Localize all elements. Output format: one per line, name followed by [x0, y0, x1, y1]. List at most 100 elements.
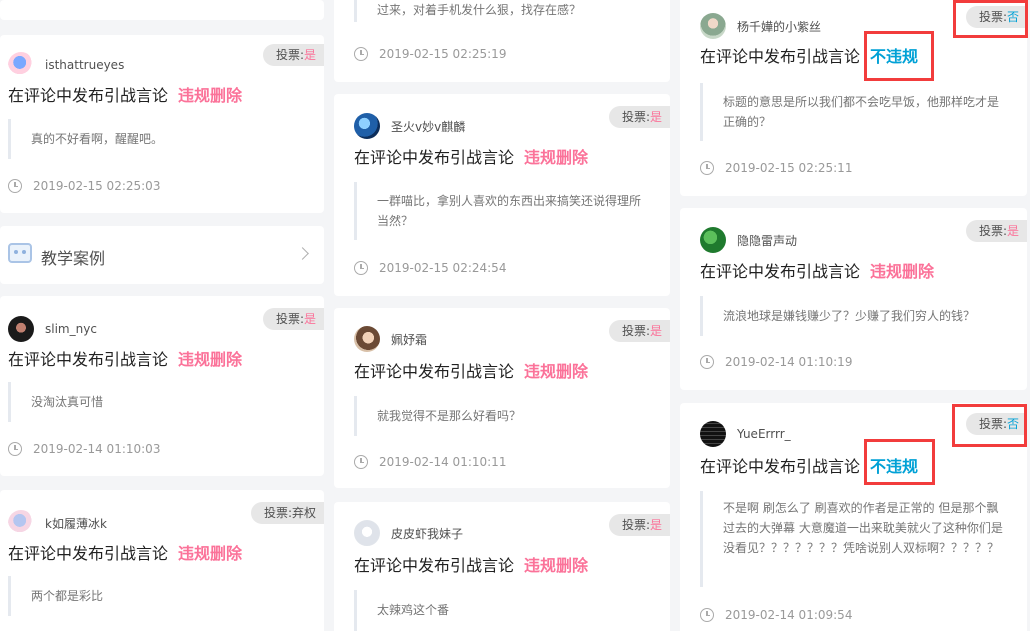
comment-quote: 不是啊 刷怎么了 刷喜欢的作者是正常的 但是那个飘过去的大弹幕 大意魔道一出来耽… — [700, 491, 1012, 587]
vote-label: 投票: — [621, 110, 650, 124]
reason-text: 在评论中发布引战言论 — [700, 457, 861, 476]
teaching-case-menu[interactable]: 教学案例 — [0, 226, 324, 284]
avatar[interactable] — [700, 13, 726, 39]
timestamp-text: 2019-02-15 02:25:03 — [33, 179, 161, 193]
reason-row: 在评论中发布引战言论 违规删除 — [700, 258, 934, 282]
timestamp-text: 2019-02-15 02:25:19 — [379, 47, 507, 61]
clock-icon — [700, 608, 714, 622]
user-info[interactable]: k如履薄冰k — [8, 510, 107, 536]
verdict-label: 违规删除 — [178, 86, 243, 105]
username[interactable]: YueErrrr_ — [737, 427, 791, 441]
verdict-label: 违规删除 — [870, 262, 935, 281]
vote-label: 投票: — [621, 324, 650, 338]
vote-label: 投票: — [263, 506, 292, 520]
timestamp-text: 2019-02-14 01:10:11 — [379, 455, 507, 469]
vote-badge: 投票:是 — [608, 106, 670, 128]
verdict-label: 违规删除 — [524, 362, 589, 381]
username[interactable]: 杨千嬅的小紫丝 — [737, 18, 821, 35]
card-top-partial-1 — [0, 0, 324, 20]
user-info[interactable]: 圣火v妙v麒麟 — [354, 113, 465, 139]
timestamp-text: 2019-02-15 02:25:11 — [725, 161, 853, 175]
timestamp: 2019-02-15 02:24:54 — [354, 261, 506, 275]
avatar[interactable] — [8, 52, 34, 78]
vote-label: 投票: — [275, 48, 304, 62]
reason-row: 在评论中发布引战言论 违规删除 — [354, 144, 588, 168]
reason-text: 在评论中发布引战言论 — [700, 47, 861, 66]
username[interactable]: k如履薄冰k — [45, 515, 107, 532]
verdict-label: 违规删除 — [524, 556, 589, 575]
comment-quote: 两个都是彩比 — [8, 576, 298, 616]
avatar[interactable] — [8, 316, 34, 342]
vote-label: 投票: — [621, 518, 650, 532]
avatar[interactable] — [700, 421, 726, 447]
reason-text: 在评论中发布引战言论 — [8, 350, 169, 369]
judgement-card: 投票:弃权 k如履薄冰k 在评论中发布引战言论 违规删除 两个都是彩比 — [0, 490, 324, 631]
user-info[interactable]: slim_nyc — [8, 316, 97, 342]
vote-badge: 投票:是 — [262, 44, 324, 66]
reason-text: 在评论中发布引战言论 — [354, 362, 515, 381]
vote-value: 是 — [303, 312, 316, 326]
judgement-card: 投票:否 杨千嬅的小紫丝 在评论中发布引战言论 不违规 标题的意思是所以我们都不… — [680, 0, 1027, 196]
avatar[interactable] — [354, 326, 380, 352]
username[interactable]: slim_nyc — [45, 322, 97, 336]
judgement-card: 投票:是 isthattrueyes 在评论中发布引战言论 违规删除 真的不好看… — [0, 35, 324, 213]
clock-icon — [8, 179, 22, 193]
vote-label: 投票: — [275, 312, 304, 326]
vote-value: 是 — [1006, 224, 1019, 238]
avatar[interactable] — [354, 113, 380, 139]
vote-badge: 投票:否 — [965, 6, 1027, 28]
tv-icon — [8, 243, 32, 263]
vote-badge: 投票:是 — [608, 514, 670, 536]
timestamp: 2019-02-15 02:25:03 — [8, 179, 160, 193]
user-info[interactable]: 隐隐雷声动 — [700, 227, 797, 253]
vote-value: 否 — [1006, 10, 1019, 24]
user-info[interactable]: 姵妤霜 — [354, 326, 427, 352]
avatar[interactable] — [8, 510, 34, 536]
vote-badge: 投票:是 — [965, 220, 1027, 242]
user-info[interactable]: 皮皮虾我妹子 — [354, 520, 463, 546]
judgement-card: 投票:是 姵妤霜 在评论中发布引战言论 违规删除 就我觉得不是那么好看吗？ 20… — [334, 308, 670, 488]
comment-quote: 就我觉得不是那么好看吗？ — [354, 396, 650, 436]
user-info[interactable]: YueErrrr_ — [700, 421, 791, 447]
verdict-label: 违规删除 — [178, 350, 243, 369]
vote-value: 是 — [649, 518, 662, 532]
comment-quote: 一群喵比，拿别人喜欢的东西出来搞笑还说得理所当然？ — [354, 182, 650, 240]
user-info[interactable]: 杨千嬅的小紫丝 — [700, 13, 821, 39]
chevron-right-icon — [296, 247, 309, 260]
vote-badge: 投票:否 — [965, 413, 1027, 435]
reason-row: 在评论中发布引战言论 违规删除 — [8, 82, 242, 106]
username[interactable]: isthattrueyes — [45, 58, 124, 72]
reason-row: 在评论中发布引战言论 违规删除 — [8, 346, 242, 370]
clock-icon — [354, 455, 368, 469]
reason-text: 在评论中发布引战言论 — [354, 148, 515, 167]
avatar[interactable] — [700, 227, 726, 253]
vote-value: 否 — [1006, 417, 1019, 431]
comment-quote: 太辣鸡这个番 — [354, 590, 650, 631]
username[interactable]: 姵妤霜 — [391, 331, 427, 348]
reason-row: 在评论中发布引战言论 违规删除 — [8, 540, 242, 564]
user-info[interactable]: isthattrueyes — [8, 52, 124, 78]
avatar[interactable] — [354, 520, 380, 546]
reason-row: 在评论中发布引战言论 不违规 — [700, 43, 918, 67]
vote-label: 投票: — [978, 224, 1007, 238]
reason-row: 在评论中发布引战言论 违规删除 — [354, 358, 588, 382]
vote-badge: 投票:弃权 — [250, 502, 324, 524]
vote-badge: 投票:是 — [608, 320, 670, 342]
comment-quote: 没淘汰真可惜 — [8, 382, 298, 422]
verdict-label: 不违规 — [870, 47, 919, 66]
reason-text: 在评论中发布引战言论 — [354, 556, 515, 575]
reason-row: 在评论中发布引战言论 不违规 — [700, 453, 918, 477]
vote-value: 是 — [649, 324, 662, 338]
vote-value: 是 — [303, 48, 316, 62]
reason-row: 在评论中发布引战言论 违规删除 — [354, 552, 588, 576]
timestamp: 2019-02-14 01:10:11 — [354, 455, 506, 469]
username[interactable]: 皮皮虾我妹子 — [391, 525, 463, 542]
menu-label: 教学案例 — [41, 249, 106, 268]
vote-badge: 投票:是 — [262, 308, 324, 330]
verdict-label: 不违规 — [870, 457, 919, 476]
username[interactable]: 圣火v妙v麒麟 — [391, 118, 465, 135]
username[interactable]: 隐隐雷声动 — [737, 232, 797, 249]
vote-label: 投票: — [978, 417, 1007, 431]
clock-icon — [354, 261, 368, 275]
timestamp-text: 2019-02-15 02:24:54 — [379, 261, 507, 275]
